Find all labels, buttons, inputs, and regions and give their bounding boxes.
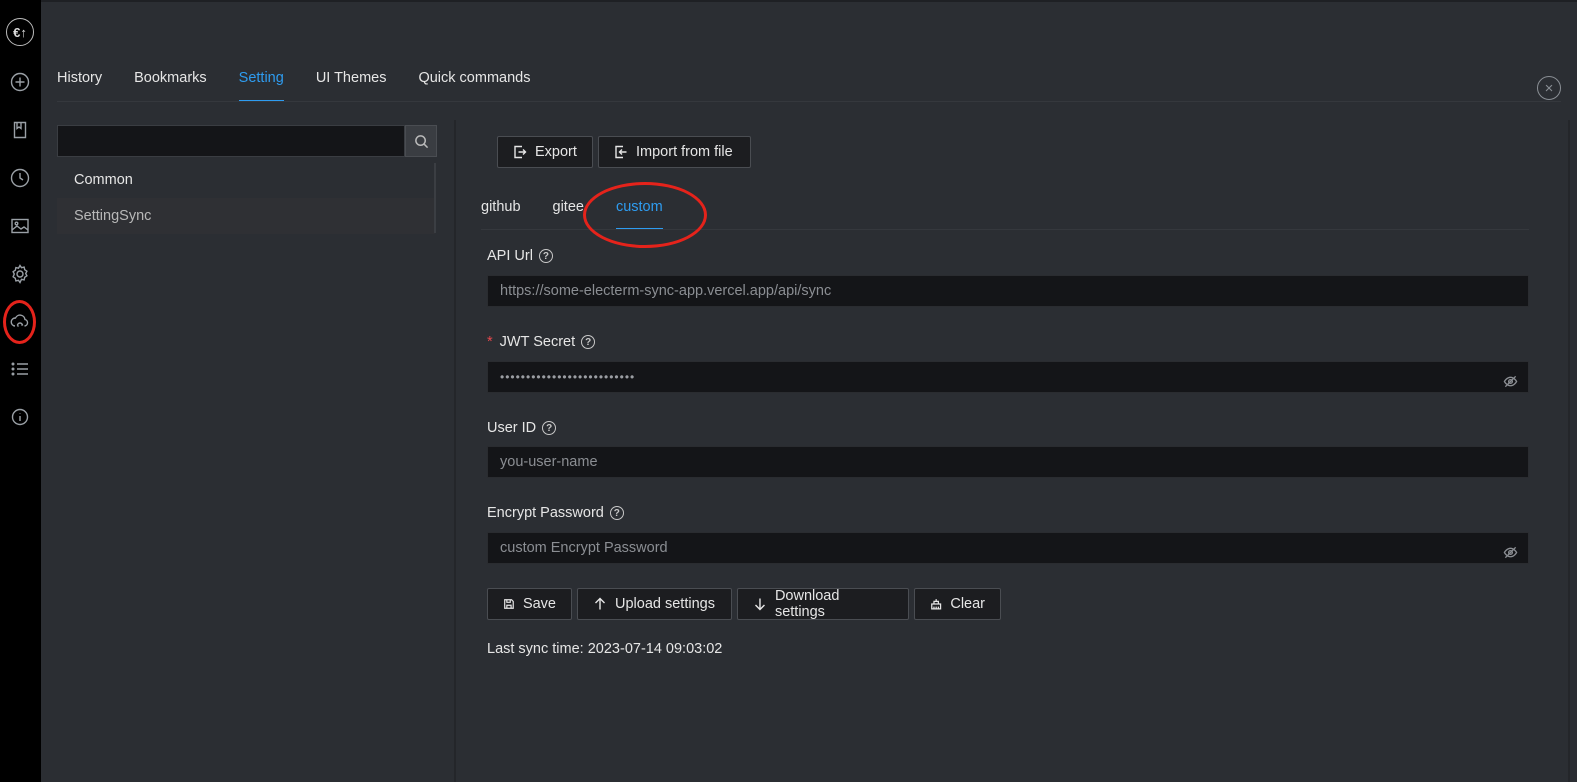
content-scrollbar-track[interactable]: [1568, 120, 1570, 782]
arrow-up-icon: [595, 597, 605, 610]
export-icon: [514, 145, 527, 159]
settings-panel: History Bookmarks Setting UI Themes Quic…: [41, 0, 1577, 782]
api-url-label: API Url ?: [487, 248, 553, 264]
encrypt-password-label: Encrypt Password ?: [487, 505, 624, 521]
search-input[interactable]: [57, 125, 405, 157]
tab-history[interactable]: History: [57, 62, 102, 102]
jwt-secret-label: * JWT Secret ?: [487, 334, 596, 350]
help-icon[interactable]: ?: [542, 421, 557, 435]
tab-gitee[interactable]: gitee: [553, 192, 584, 230]
export-button[interactable]: Export: [497, 136, 593, 168]
app-logo: €↑: [6, 18, 34, 46]
search-icon: [414, 134, 428, 148]
import-button[interactable]: Import from file: [598, 136, 751, 168]
arrow-down-icon: [754, 598, 765, 611]
save-icon: [504, 599, 514, 609]
help-icon[interactable]: ?: [538, 249, 553, 263]
tab-bookmarks[interactable]: Bookmarks: [134, 62, 207, 102]
menu-item-settingsync[interactable]: SettingSync: [57, 198, 435, 234]
jwt-secret-value: ••••••••••••••••••••••••••: [500, 370, 636, 384]
last-sync-time: Last sync time: 2023-07-14 09:03:02: [487, 641, 723, 657]
save-button[interactable]: Save: [487, 588, 572, 620]
menu-scrollbar[interactable]: [434, 163, 436, 233]
user-id-label: User ID ?: [487, 420, 557, 436]
info-icon[interactable]: [8, 405, 32, 429]
jwt-secret-input[interactable]: ••••••••••••••••••••••••••: [487, 361, 1529, 393]
app-sidebar-rail: €↑: [0, 0, 41, 782]
tab-ui-themes[interactable]: UI Themes: [316, 62, 387, 102]
tabs-underline: [57, 101, 1561, 102]
menu-search: [57, 125, 437, 157]
help-icon[interactable]: ?: [609, 506, 624, 520]
encrypt-password-input[interactable]: custom Encrypt Password: [487, 532, 1529, 564]
bookmark-icon[interactable]: [8, 118, 32, 142]
eye-invisible-icon[interactable]: [1503, 370, 1518, 388]
api-url-input[interactable]: https://some-electerm-sync-app.vercel.ap…: [487, 275, 1529, 307]
gear-icon[interactable]: [8, 262, 32, 286]
search-button[interactable]: [405, 125, 437, 157]
tab-github[interactable]: github: [481, 192, 521, 230]
user-id-input[interactable]: you-user-name: [487, 446, 1529, 478]
tab-setting[interactable]: Setting: [238, 62, 284, 102]
upload-settings-button[interactable]: Upload settings: [577, 588, 732, 620]
panel-divider: [454, 120, 456, 782]
menu-item-common[interactable]: Common: [57, 162, 435, 198]
top-border: [41, 0, 1577, 2]
download-settings-button[interactable]: Download settings: [737, 588, 909, 620]
help-icon[interactable]: ?: [581, 335, 596, 349]
annotation-circle-tab: [583, 182, 707, 248]
required-mark: *: [487, 334, 493, 350]
eye-invisible-icon[interactable]: [1503, 541, 1518, 559]
main-tabs: History Bookmarks Setting UI Themes Quic…: [57, 62, 562, 102]
tab-quick-commands[interactable]: Quick commands: [418, 62, 530, 102]
clear-icon: [931, 599, 942, 610]
clock-icon[interactable]: [8, 166, 32, 190]
list-icon[interactable]: [8, 357, 32, 381]
clear-button[interactable]: Clear: [914, 588, 1001, 620]
import-icon: [615, 145, 627, 159]
annotation-circle-rail: [3, 300, 36, 344]
image-icon[interactable]: [8, 214, 32, 238]
close-icon[interactable]: ×: [1537, 76, 1561, 100]
plus-icon[interactable]: [8, 70, 32, 94]
